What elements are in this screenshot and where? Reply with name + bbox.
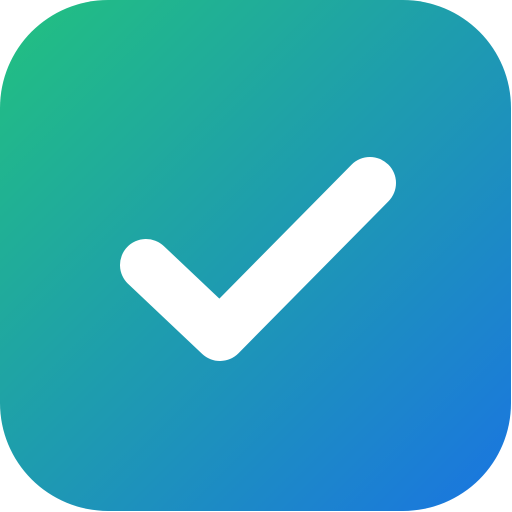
icon-background — [0, 0, 511, 511]
app-icon[interactable] — [0, 0, 512, 512]
checkbox-tile — [0, 0, 511, 511]
